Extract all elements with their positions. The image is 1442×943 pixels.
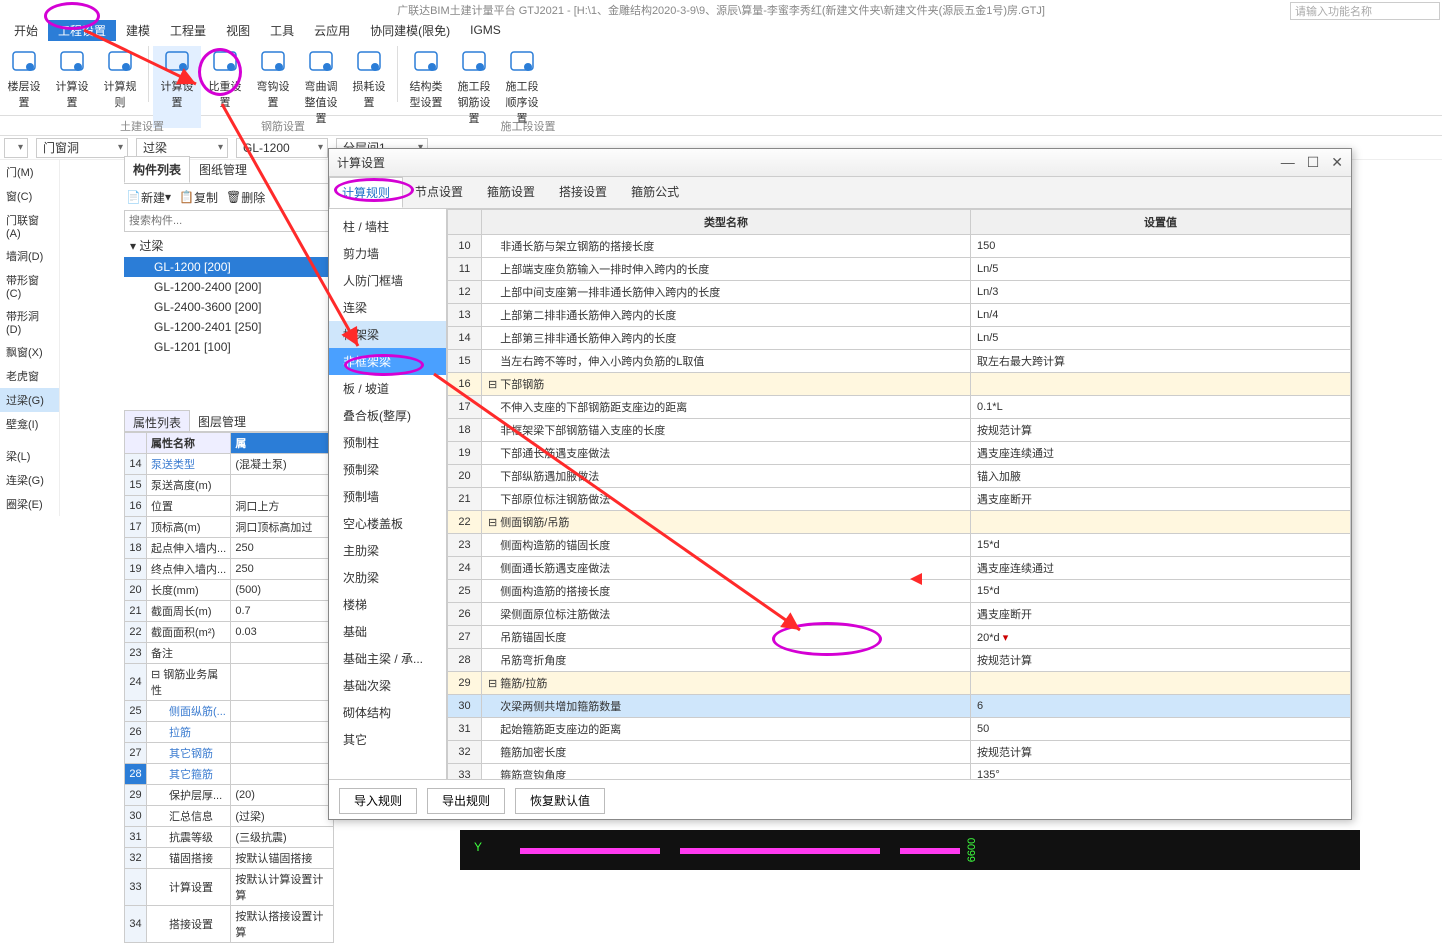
ribbon-楼层设置[interactable]: 楼层设置 xyxy=(0,46,48,112)
component-panel: 构件列表 图纸管理 📄 新建 ▾ 📋 复制 🗑 删除 ▾ 过梁GL-1200 [… xyxy=(124,160,334,359)
tab-properties[interactable]: 属性列表 xyxy=(124,410,190,431)
comp-item-2[interactable]: GL-2400-3600 [200] xyxy=(124,297,334,317)
menu-8[interactable]: IGMS xyxy=(460,21,511,39)
dtab-4[interactable]: 箍筋公式 xyxy=(619,177,691,208)
nav-梁(L)[interactable]: 梁(L) xyxy=(0,444,59,468)
dtree-17[interactable]: 基础次梁 xyxy=(329,672,446,699)
menu-6[interactable]: 云应用 xyxy=(304,20,360,41)
comp-item-4[interactable]: GL-1201 [100] xyxy=(124,337,334,357)
dtree-15[interactable]: 基础 xyxy=(329,618,446,645)
group-label-1: 土建设置 xyxy=(116,116,168,135)
menu-7[interactable]: 协同建模(限免) xyxy=(360,20,460,41)
dtree-14[interactable]: 楼梯 xyxy=(329,591,446,618)
nav-带形窗(C)[interactable]: 带形窗(C) xyxy=(0,268,59,304)
dtree-5[interactable]: 非框架梁 xyxy=(329,348,446,375)
calc-settings-dialog: 计算设置 — ☐ ✕ 计算规则节点设置箍筋设置搭接设置箍筋公式 柱 / 墙柱剪力… xyxy=(328,148,1352,820)
dtree-18[interactable]: 砌体结构 xyxy=(329,699,446,726)
dtree-7[interactable]: 叠合板(整厚) xyxy=(329,402,446,429)
filter-0[interactable] xyxy=(4,138,28,158)
copy-button[interactable]: 📋 复制 xyxy=(179,189,218,206)
minimize-icon[interactable]: — xyxy=(1281,154,1295,171)
group-label-2: 钢筋设置 xyxy=(168,116,398,135)
dtree-1[interactable]: 剪力墙 xyxy=(329,240,446,267)
tab-layers[interactable]: 图层管理 xyxy=(190,410,254,431)
nav-窗(C)[interactable]: 窗(C) xyxy=(0,184,59,208)
delete-button[interactable]: 🗑 删除 xyxy=(226,189,265,206)
menu-0[interactable]: 开始 xyxy=(4,20,48,41)
menu-3[interactable]: 工程量 xyxy=(160,20,216,41)
property-table[interactable]: 属性名称属 14泵送类型(混凝土泵)15泵送高度(m)16位置洞口上方17顶标高… xyxy=(124,432,334,943)
nav-带形洞(D)[interactable]: 带形洞(D) xyxy=(0,304,59,340)
filter-1[interactable]: 门窗洞 xyxy=(36,138,128,158)
menu-5[interactable]: 工具 xyxy=(260,20,304,41)
dtab-0[interactable]: 计算规则 xyxy=(329,177,403,208)
component-search[interactable] xyxy=(124,210,334,232)
tab-component-list[interactable]: 构件列表 xyxy=(124,156,190,183)
dtree-2[interactable]: 人防门框墙 xyxy=(329,267,446,294)
nav-墙洞(D)[interactable]: 墙洞(D) xyxy=(0,244,59,268)
dtab-3[interactable]: 搭接设置 xyxy=(547,177,619,208)
dtree-0[interactable]: 柱 / 墙柱 xyxy=(329,213,446,240)
ribbon: 楼层设置计算设置计算规则 计算设置比重设置弯钩设置弯曲调整值设置损耗设置 结构类… xyxy=(0,40,1442,116)
dtree-16[interactable]: 基础主梁 / 承... xyxy=(329,645,446,672)
main-menu: 开始工程设置建模工程量视图工具云应用协同建模(限免)IGMS xyxy=(0,20,1442,40)
dtree-8[interactable]: 预制柱 xyxy=(329,429,446,456)
dialog-title: 计算设置 xyxy=(337,154,385,171)
ribbon-计算设置[interactable]: 计算设置 xyxy=(48,46,96,112)
comp-item-3[interactable]: GL-1200-2401 [250] xyxy=(124,317,334,337)
app-title: 广联达BIM土建计量平台 GTJ2021 - [H:\1、金雕结构2020-3-… xyxy=(0,0,1442,20)
restore-button[interactable]: 恢复默认值 xyxy=(515,788,605,814)
category-nav: 门(M)窗(C)门联窗(A)墙洞(D)带形窗(C)带形洞(D)飘窗(X)老虎窗过… xyxy=(0,160,60,516)
nav-老虎窗[interactable]: 老虎窗 xyxy=(0,364,59,388)
search-input[interactable]: 请输入功能名称 xyxy=(1290,2,1440,20)
dtree-6[interactable]: 板 / 坡道 xyxy=(329,375,446,402)
filter-2[interactable]: 过梁 xyxy=(136,138,228,158)
nav-壁龛(I)[interactable]: 壁龛(I) xyxy=(0,412,59,436)
close-icon[interactable]: ✕ xyxy=(1331,154,1343,171)
dtree-3[interactable]: 连梁 xyxy=(329,294,446,321)
nav-门联窗(A)[interactable]: 门联窗(A) xyxy=(0,208,59,244)
dtree-4[interactable]: 框架梁 xyxy=(329,321,446,348)
nav-连梁(G)[interactable]: 连梁(G) xyxy=(0,468,59,492)
group-label-3: 施工段设置 xyxy=(398,116,658,135)
dtree-9[interactable]: 预制梁 xyxy=(329,456,446,483)
comp-item-0[interactable]: GL-1200 [200] xyxy=(124,257,334,277)
tree-root[interactable]: ▾ 过梁 xyxy=(124,234,334,257)
import-button[interactable]: 导入规则 xyxy=(339,788,417,814)
nav-飘窗(X)[interactable]: 飘窗(X) xyxy=(0,340,59,364)
menu-1[interactable]: 工程设置 xyxy=(48,20,116,41)
tab-drawing-mgmt[interactable]: 图纸管理 xyxy=(190,156,256,183)
rules-grid[interactable]: 类型名称设置值 10 非通长筋与架立钢筋的搭接长度15011 上部端支座负筋输入… xyxy=(447,209,1351,779)
nav-[interactable] xyxy=(0,436,59,444)
dtree-19[interactable]: 其它 xyxy=(329,726,446,753)
new-button[interactable]: 📄 新建 ▾ xyxy=(126,189,171,206)
property-panel: 属性列表 图层管理 属性名称属 14泵送类型(混凝土泵)15泵送高度(m)16位… xyxy=(124,410,334,943)
filter-3[interactable]: GL-1200 xyxy=(236,138,328,158)
dtree-10[interactable]: 预制墙 xyxy=(329,483,446,510)
menu-4[interactable]: 视图 xyxy=(216,20,260,41)
menu-2[interactable]: 建模 xyxy=(116,20,160,41)
dtree-13[interactable]: 次肋梁 xyxy=(329,564,446,591)
dtree-12[interactable]: 主肋梁 xyxy=(329,537,446,564)
dtab-2[interactable]: 箍筋设置 xyxy=(475,177,547,208)
nav-圈梁(E)[interactable]: 圈梁(E) xyxy=(0,492,59,516)
export-button[interactable]: 导出规则 xyxy=(427,788,505,814)
dtab-1[interactable]: 节点设置 xyxy=(403,177,475,208)
nav-门(M)[interactable]: 门(M) xyxy=(0,160,59,184)
ribbon-计算规则[interactable]: 计算规则 xyxy=(96,46,144,112)
comp-item-1[interactable]: GL-1200-2400 [200] xyxy=(124,277,334,297)
nav-过梁(G)[interactable]: 过梁(G) xyxy=(0,388,59,412)
maximize-icon[interactable]: ☐ xyxy=(1307,154,1320,171)
model-canvas[interactable]: Y 6600 xyxy=(460,830,1360,870)
dtree-11[interactable]: 空心楼盖板 xyxy=(329,510,446,537)
